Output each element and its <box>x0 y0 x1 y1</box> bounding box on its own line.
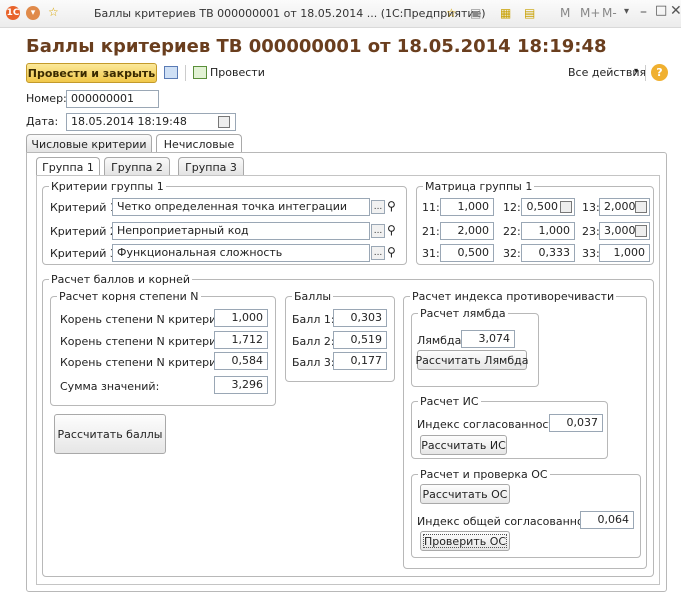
favorites-icon[interactable]: ☆ <box>446 6 457 20</box>
calc-cr-button[interactable]: Рассчитать ОС <box>420 484 510 504</box>
root-3-label: Корень степени N критерия 3: <box>60 356 238 369</box>
dropdown-icon[interactable]: ▾ <box>624 6 629 17</box>
cr-legend: Расчет и проверка ОС <box>418 468 550 481</box>
sum-label: Сумма значений: <box>60 380 160 393</box>
tab-numeric-criteria[interactable]: Числовые критерии <box>26 134 152 153</box>
mem-plus-button[interactable]: M+ <box>580 6 600 20</box>
ci-legend: Расчет ИС <box>418 395 481 408</box>
scores-legend: Баллы <box>292 290 334 303</box>
matrix-cell-32[interactable]: 0,333 <box>521 244 575 262</box>
window-menu-icon[interactable]: ▾ <box>26 6 40 20</box>
date-field[interactable]: 18.05.2014 18:19:48 <box>66 113 236 131</box>
date-label: Дата: <box>26 115 59 128</box>
score-2-label: Балл 2: <box>292 335 335 348</box>
calculator-icon-13[interactable] <box>635 201 647 213</box>
calendar-picker-icon[interactable] <box>218 116 230 128</box>
subtab-group-2[interactable]: Группа 2 <box>104 157 170 176</box>
criterion-2-search-icon[interactable]: ⚲ <box>387 223 396 237</box>
criterion-2-field[interactable]: Непроприетарный код <box>112 222 370 240</box>
close-icon[interactable]: ✕ <box>670 3 681 19</box>
toolbar-separator <box>185 65 186 81</box>
criterion-1-label: Критерий 1: <box>50 201 121 214</box>
matrix-cell-22[interactable]: 1,000 <box>521 222 575 240</box>
lambda-label: Лямбда: <box>417 334 466 347</box>
post-icon[interactable] <box>193 66 207 79</box>
calc-ci-button[interactable]: Рассчитать ИС <box>420 435 507 455</box>
criterion-1-pick-button[interactable]: ... <box>371 200 385 214</box>
root-2-label: Корень степени N критерия 2: <box>60 335 238 348</box>
matrix-cell-33[interactable]: 1,000 <box>599 244 650 262</box>
matrix-label-23: 23: <box>582 225 600 238</box>
check-cr-button[interactable]: Проверить ОС <box>420 531 510 551</box>
post-button[interactable]: Провести <box>210 66 265 79</box>
sum-field[interactable]: 3,296 <box>214 376 268 394</box>
cr-field[interactable]: 0,064 <box>580 511 634 529</box>
matrix-label-12: 12: <box>503 201 521 214</box>
criterion-3-label: Критерий 3: <box>50 247 121 260</box>
subtab-group-1[interactable]: Группа 1 <box>36 157 100 176</box>
criterion-2-label: Критерий 2: <box>50 225 121 238</box>
root-2-field[interactable]: 1,712 <box>214 331 268 349</box>
root-1-label: Корень степени N критерия 1: <box>60 313 238 326</box>
matrix-cell-21[interactable]: 2,000 <box>440 222 494 240</box>
score-1-field[interactable]: 0,303 <box>333 309 387 327</box>
history-icon[interactable]: ▣ <box>470 6 481 20</box>
criteria-legend: Критерии группы 1 <box>49 180 166 193</box>
matrix-cell-31[interactable]: 0,500 <box>440 244 494 262</box>
matrix-label-22: 22: <box>503 225 521 238</box>
matrix-label-32: 32: <box>503 247 521 260</box>
calendar-icon[interactable]: ▤ <box>524 6 535 20</box>
number-label: Номер: <box>26 92 67 105</box>
ci-field[interactable]: 0,037 <box>549 414 603 432</box>
lambda-field[interactable]: 3,074 <box>461 330 515 348</box>
criterion-2-pick-button[interactable]: ... <box>371 224 385 238</box>
matrix-label-11: 11: <box>422 201 440 214</box>
criterion-3-field[interactable]: Функциональная сложность <box>112 244 370 262</box>
matrix-label-21: 21: <box>422 225 440 238</box>
calculator-icon-23[interactable] <box>635 225 647 237</box>
inconsistency-legend: Расчет индекса противоречивасти <box>410 290 617 303</box>
number-field[interactable]: 000000001 <box>66 90 159 108</box>
help-icon[interactable]: ? <box>651 64 668 81</box>
score-2-field[interactable]: 0,519 <box>333 331 387 349</box>
favorite-star-icon[interactable]: ☆ <box>48 5 59 19</box>
tab-non-numeric[interactable]: Нечисловые <box>156 134 242 153</box>
toolbar-separator-2 <box>645 65 646 81</box>
minimize-icon[interactable]: – <box>640 4 647 20</box>
calc-scores-button[interactable]: Рассчитать баллы <box>54 414 166 454</box>
lambda-legend: Расчет лямбда <box>418 307 508 320</box>
criterion-1-field[interactable]: Четко определенная точка интеграции <box>112 198 370 216</box>
cr-label: Индекс общей согласованности: <box>417 515 608 528</box>
all-actions-chevron-icon[interactable]: ▾ <box>634 66 638 75</box>
calc-lambda-button[interactable]: Рассчитать Лямбда <box>416 350 529 370</box>
criterion-3-search-icon[interactable]: ⚲ <box>387 245 396 259</box>
grid-icon[interactable]: ▦ <box>500 6 511 20</box>
ci-label: Индекс согласованности: <box>417 418 566 431</box>
root-3-field[interactable]: 0,584 <box>214 352 268 370</box>
window-title: Баллы критериев ТВ 000000001 от 18.05.20… <box>94 7 486 20</box>
criterion-3-pick-button[interactable]: ... <box>371 246 385 260</box>
score-3-label: Балл 3: <box>292 356 335 369</box>
mem-m-button[interactable]: M <box>560 6 570 20</box>
score-3-field[interactable]: 0,177 <box>333 352 387 370</box>
criterion-1-search-icon[interactable]: ⚲ <box>387 199 396 213</box>
mem-minus-button[interactable]: M- <box>602 6 617 20</box>
matrix-legend: Матрица группы 1 <box>423 180 535 193</box>
matrix-cell-11[interactable]: 1,000 <box>440 198 494 216</box>
window-titlebar: 1C ▾ ☆ Баллы критериев ТВ 000000001 от 1… <box>0 0 681 28</box>
matrix-label-33: 33: <box>582 247 600 260</box>
calc-legend: Расчет баллов и корней <box>49 273 192 286</box>
post-and-close-button[interactable]: Провести и закрыть <box>26 63 157 83</box>
roots-legend: Расчет корня степени N <box>57 290 201 303</box>
app-logo-icon[interactable]: 1C <box>6 6 20 20</box>
page-title: Баллы критериев ТВ 000000001 от 18.05.20… <box>26 36 607 57</box>
score-1-label: Балл 1: <box>292 313 335 326</box>
matrix-label-31: 31: <box>422 247 440 260</box>
calculator-icon-12[interactable] <box>560 201 572 213</box>
root-1-field[interactable]: 1,000 <box>214 309 268 327</box>
maximize-icon[interactable]: □ <box>655 3 667 18</box>
subtab-group-3[interactable]: Группа 3 <box>178 157 244 176</box>
save-icon[interactable] <box>164 66 178 79</box>
matrix-label-13: 13: <box>582 201 600 214</box>
